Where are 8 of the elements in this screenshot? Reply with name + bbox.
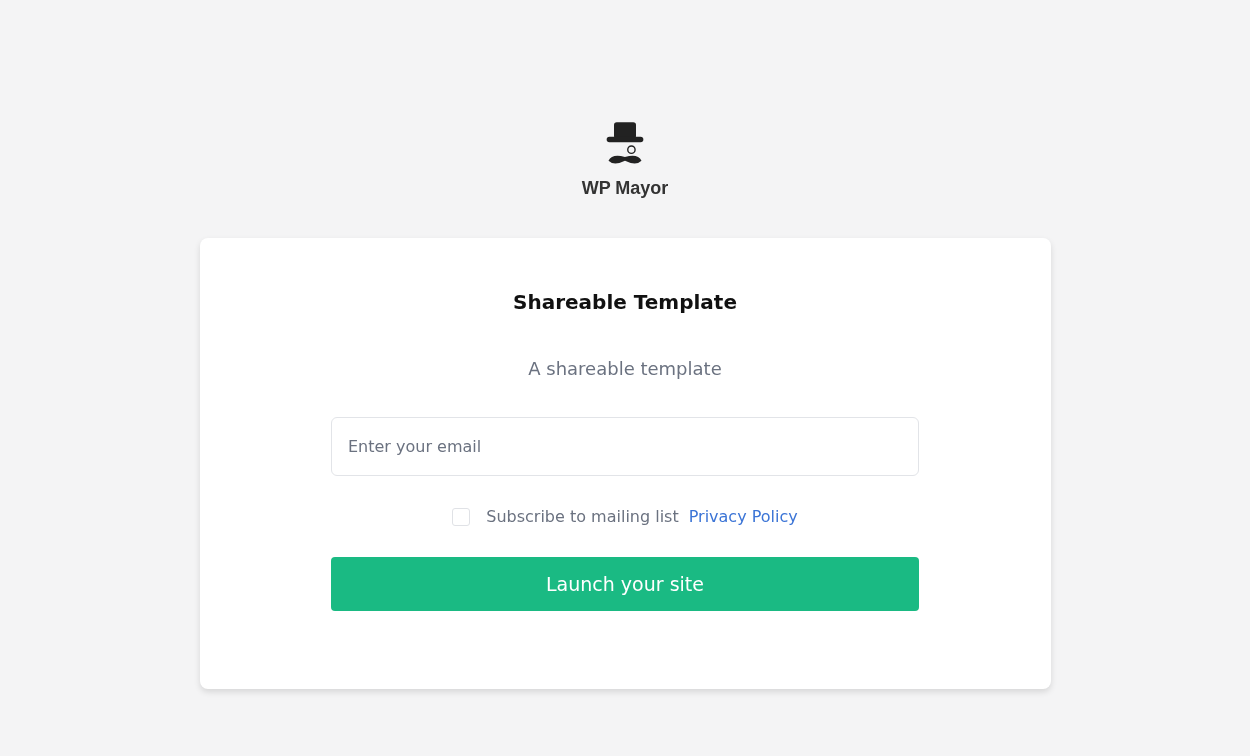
privacy-policy-link[interactable]: Privacy Policy — [688, 507, 798, 526]
subscribe-label: Subscribe to mailing list — [486, 507, 679, 526]
email-field[interactable]: Enter your email — [331, 417, 919, 476]
launch-button[interactable]: Launch your site — [331, 557, 919, 611]
brand-name: WP Mayor — [581, 178, 669, 199]
card-subtitle: A shareable template — [528, 358, 722, 379]
card-title: Shareable Template — [513, 290, 737, 314]
subscribe-checkbox[interactable] — [452, 507, 471, 526]
